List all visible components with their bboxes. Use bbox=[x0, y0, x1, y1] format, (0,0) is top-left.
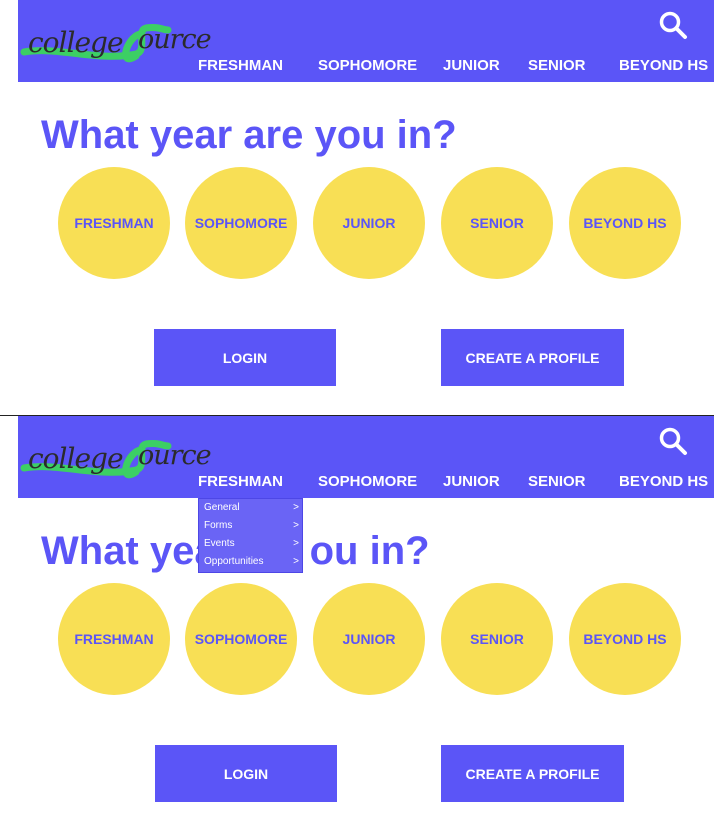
nav-senior[interactable]: SENIOR bbox=[528, 57, 586, 74]
year-sophomore-button[interactable]: SOPHOMORE bbox=[185, 167, 297, 279]
dropdown-item-label: General bbox=[204, 502, 240, 513]
freshman-dropdown-menu: General > Forms > Events > Opportunities… bbox=[198, 498, 303, 573]
nav-junior[interactable]: JUNIOR bbox=[443, 473, 500, 490]
year-junior-button[interactable]: JUNIOR bbox=[313, 583, 425, 695]
nav-freshman[interactable]: FRESHMAN bbox=[198, 57, 283, 74]
year-senior-button[interactable]: SENIOR bbox=[441, 583, 553, 695]
dropdown-item-label: Opportunities bbox=[204, 556, 264, 567]
chevron-right-icon: > bbox=[293, 520, 299, 531]
page-title-part2: ou in? bbox=[309, 529, 430, 573]
login-button[interactable]: LOGIN bbox=[154, 329, 336, 386]
year-freshman-button[interactable]: FRESHMAN bbox=[58, 167, 170, 279]
chevron-right-icon: > bbox=[293, 538, 299, 549]
year-junior-button[interactable]: JUNIOR bbox=[313, 167, 425, 279]
page-title-part1: What yea bbox=[41, 529, 217, 573]
dropdown-item-forms[interactable]: Forms > bbox=[204, 520, 299, 531]
year-senior-button[interactable]: SENIOR bbox=[441, 167, 553, 279]
nav-sophomore[interactable]: SOPHOMORE bbox=[318, 57, 417, 74]
logo[interactable]: college ource bbox=[18, 18, 212, 68]
dropdown-item-events[interactable]: Events > bbox=[204, 538, 299, 549]
screen-dropdown-open: college ource FRESHMAN SOPHOMORE JUNIOR … bbox=[0, 416, 714, 831]
logo-text-ource: ource bbox=[138, 440, 212, 471]
screen-default: college ource FRESHMAN SOPHOMORE JUNIOR … bbox=[0, 0, 714, 415]
dropdown-item-general[interactable]: General > bbox=[204, 502, 299, 513]
page-title: What year are you in? bbox=[41, 113, 457, 157]
year-beyond-hs-button[interactable]: BEYOND HS bbox=[569, 167, 681, 279]
dropdown-item-label: Forms bbox=[204, 520, 233, 531]
nav-senior[interactable]: SENIOR bbox=[528, 473, 586, 490]
year-sophomore-button[interactable]: SOPHOMORE bbox=[185, 583, 297, 695]
logo[interactable]: college ource bbox=[18, 434, 212, 484]
nav-sophomore[interactable]: SOPHOMORE bbox=[318, 473, 417, 490]
navbar: college ource FRESHMAN SOPHOMORE JUNIOR … bbox=[18, 416, 714, 498]
year-freshman-button[interactable]: FRESHMAN bbox=[58, 583, 170, 695]
logo-text-college: college bbox=[28, 442, 124, 475]
login-button[interactable]: LOGIN bbox=[155, 745, 337, 802]
dropdown-item-opportunities[interactable]: Opportunities > bbox=[204, 556, 299, 567]
search-icon[interactable] bbox=[658, 10, 688, 40]
search-icon[interactable] bbox=[658, 426, 688, 456]
dropdown-item-label: Events bbox=[204, 538, 235, 549]
nav-beyond-hs[interactable]: BEYOND HS bbox=[619, 57, 708, 74]
logo-text-college: college bbox=[28, 26, 124, 59]
year-beyond-hs-button[interactable]: BEYOND HS bbox=[569, 583, 681, 695]
nav-freshman[interactable]: FRESHMAN bbox=[198, 473, 283, 490]
chevron-right-icon: > bbox=[293, 556, 299, 567]
chevron-right-icon: > bbox=[293, 502, 299, 513]
nav-junior[interactable]: JUNIOR bbox=[443, 57, 500, 74]
logo-text-ource: ource bbox=[138, 24, 212, 55]
create-profile-button[interactable]: CREATE A PROFILE bbox=[441, 745, 624, 802]
nav-beyond-hs[interactable]: BEYOND HS bbox=[619, 473, 708, 490]
create-profile-button[interactable]: CREATE A PROFILE bbox=[441, 329, 624, 386]
navbar: college ource FRESHMAN SOPHOMORE JUNIOR … bbox=[18, 0, 714, 82]
